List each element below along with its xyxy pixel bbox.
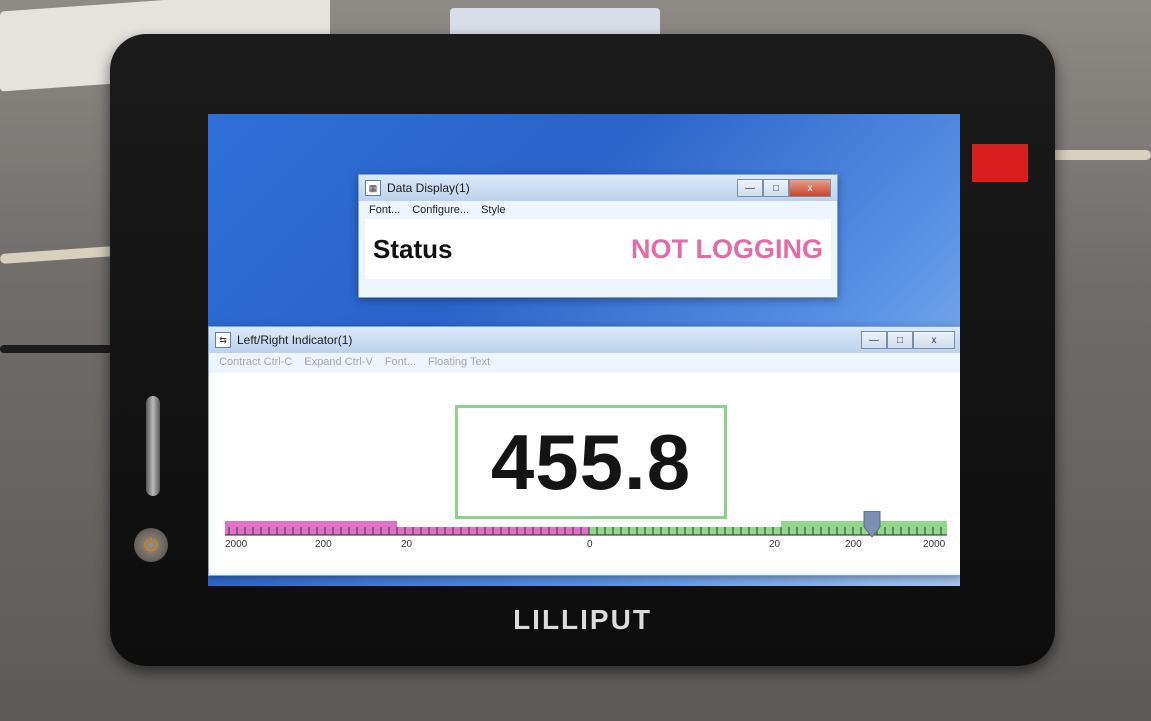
menu-style[interactable]: Style [481, 204, 505, 216]
left-zone-outer [225, 521, 397, 535]
window-title: Left/Right Indicator(1) [237, 333, 353, 347]
reading-value: 455.8 [490, 417, 692, 506]
scale-label: 200 [845, 539, 862, 550]
status-label: Status [373, 233, 453, 264]
app-icon: ⇆ [215, 332, 231, 348]
menu-bar: Font... Configure... Style [359, 201, 837, 219]
left-right-scale: 2000 200 20 0 20 200 2000 [225, 511, 947, 551]
red-tape [972, 144, 1028, 182]
data-display-body: Status NOT LOGGING [365, 219, 831, 279]
close-button[interactable]: x [913, 331, 955, 349]
maximize-button[interactable]: □ [887, 331, 913, 349]
status-value: NOT LOGGING [631, 233, 823, 264]
scale-label: 200 [315, 539, 332, 550]
readout-frame: 455.8 [455, 405, 727, 519]
desk-cable [1050, 150, 1151, 160]
scale-label: 0 [587, 539, 593, 550]
menu-font[interactable]: Font... [385, 356, 416, 368]
desk-cable [0, 246, 116, 264]
window-title: Data Display(1) [387, 181, 470, 195]
menu-contract[interactable]: Contract Ctrl-C [219, 356, 292, 368]
scale-label: 20 [401, 539, 413, 550]
data-display-window: ▦ Data Display(1) — □ x Font... Configur… [358, 174, 838, 298]
monitor-bezel: ⏻ LILLIPUT ▦ Data Display(1) — □ x Font.… [110, 34, 1055, 666]
app-icon: ▦ [365, 180, 381, 196]
pointer-icon[interactable] [863, 511, 881, 539]
desk-cable [0, 345, 112, 353]
indicator-titlebar[interactable]: ⇆ Left/Right Indicator(1) — □ x [209, 327, 960, 353]
data-display-titlebar[interactable]: ▦ Data Display(1) — □ x [359, 175, 837, 201]
menu-floating-text[interactable]: Floating Text [428, 356, 490, 368]
scale-label: 20 [769, 539, 781, 550]
power-icon[interactable]: ⏻ [134, 528, 168, 562]
menu-font[interactable]: Font... [369, 204, 400, 216]
menu-bar: Contract Ctrl-C Expand Ctrl-V Font... Fl… [209, 353, 960, 371]
maximize-button[interactable]: □ [763, 179, 789, 197]
minimize-button[interactable]: — [861, 331, 887, 349]
brand-logo: LILLIPUT [513, 604, 652, 635]
scale-graphic [225, 521, 947, 536]
desktop-screen: ▦ Data Display(1) — □ x Font... Configur… [208, 114, 960, 586]
menu-configure[interactable]: Configure... [412, 204, 469, 216]
minimize-button[interactable]: — [737, 179, 763, 197]
side-rocker-button[interactable] [146, 396, 160, 496]
close-button[interactable]: x [789, 179, 831, 197]
menu-expand[interactable]: Expand Ctrl-V [304, 356, 372, 368]
scale-label: 2000 [923, 539, 946, 550]
indicator-body: 455.8 2000 200 20 0 20 200 2000 [209, 373, 960, 573]
left-right-indicator-window: ⇆ Left/Right Indicator(1) — □ x Contract… [208, 326, 960, 576]
scale-label: 2000 [225, 539, 248, 550]
